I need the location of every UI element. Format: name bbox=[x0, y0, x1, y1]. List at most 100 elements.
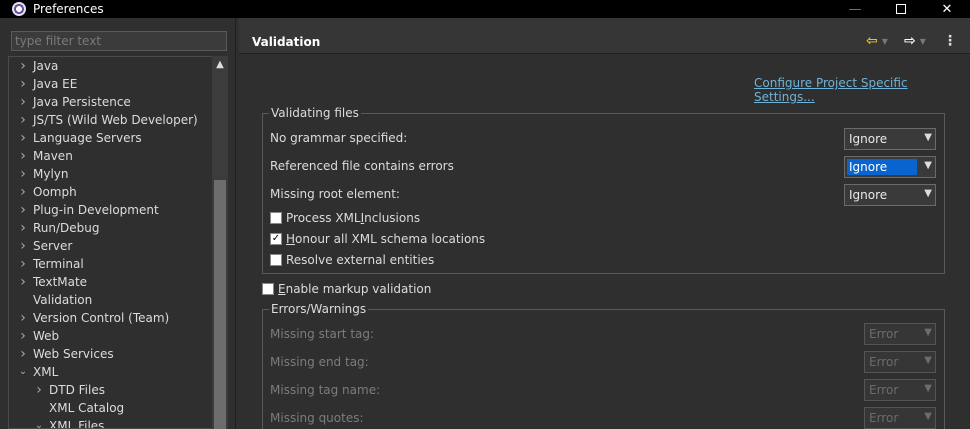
combo-value: Error bbox=[869, 355, 899, 369]
chevron-down-icon: ▼ bbox=[924, 383, 932, 394]
tree-item-label: DTD Files bbox=[49, 383, 105, 397]
back-button[interactable]: ⇦ ▼ bbox=[866, 33, 888, 49]
scroll-up-icon[interactable]: ▲ bbox=[212, 56, 228, 72]
forward-history-dropdown-icon[interactable]: ▼ bbox=[920, 37, 926, 46]
tree-item[interactable]: › Maven bbox=[9, 147, 212, 165]
tree-item-label: Maven bbox=[33, 149, 73, 163]
tree-item-label: Web Services bbox=[33, 347, 114, 361]
tree-item-label: Java bbox=[33, 59, 59, 73]
missing-quotes-combo[interactable]: Error ▼ bbox=[864, 407, 936, 429]
missing-end-tag-combo[interactable]: Error ▼ bbox=[864, 351, 936, 373]
chevron-right-icon[interactable]: › bbox=[17, 219, 29, 237]
chevron-right-icon[interactable]: › bbox=[33, 381, 45, 399]
tree-item[interactable]: › TextMate bbox=[9, 273, 212, 291]
view-menu-icon[interactable]: ⋮ bbox=[943, 33, 957, 49]
resolve-external-entities-checkbox[interactable]: Resolve external entities bbox=[270, 253, 434, 267]
tree-item[interactable]: › Web Services bbox=[9, 345, 212, 363]
checkbox-box[interactable] bbox=[262, 283, 274, 295]
preference-page: Validation ⇦ ▼ ⇨ ▼ ⋮ Configure Project S… bbox=[239, 18, 970, 429]
maximize-button[interactable] bbox=[878, 0, 924, 18]
referenced-errors-combo[interactable]: Ignore ▼ bbox=[844, 156, 936, 178]
tree-item[interactable]: › Language Servers bbox=[9, 129, 212, 147]
forward-button[interactable]: ⇨ ▼ bbox=[904, 33, 926, 49]
chevron-right-icon[interactable]: › bbox=[17, 165, 29, 183]
tree-item[interactable]: ›XML Catalog bbox=[9, 399, 212, 417]
chevron-right-icon[interactable]: › bbox=[17, 111, 29, 129]
missing-start-tag-label: Missing start tag: bbox=[270, 327, 375, 341]
chevron-right-icon[interactable]: › bbox=[17, 309, 29, 327]
process-xml-inclusions-checkbox[interactable]: Process XML Inclusions bbox=[270, 211, 420, 225]
tree-item-label: Server bbox=[33, 239, 73, 253]
tree-item[interactable]: › Plug-in Development bbox=[9, 201, 212, 219]
chevron-right-icon[interactable]: › bbox=[17, 327, 29, 345]
tree-item[interactable]: › Web bbox=[9, 327, 212, 345]
window-title: Preferences bbox=[33, 2, 104, 16]
chevron-right-icon[interactable]: › bbox=[17, 273, 29, 291]
tree-item-label: Validation bbox=[33, 293, 93, 307]
title-bar: Preferences — ✕ bbox=[0, 0, 970, 18]
no-grammar-combo[interactable]: Ignore ▼ bbox=[844, 128, 936, 150]
checkbox-box[interactable] bbox=[270, 212, 282, 224]
missing-tag-name-combo[interactable]: Error ▼ bbox=[864, 379, 936, 401]
tree-item[interactable]: › Server bbox=[9, 237, 212, 255]
chevron-down-icon[interactable]: ⌄ bbox=[17, 363, 29, 381]
combo-value: Error bbox=[869, 411, 899, 425]
tree-item[interactable]: › Run/Debug bbox=[9, 219, 212, 237]
tree-item[interactable]: › Terminal bbox=[9, 255, 212, 273]
close-button[interactable]: ✕ bbox=[924, 0, 970, 18]
tree-scrollbar[interactable]: ▲ bbox=[212, 56, 228, 429]
missing-start-tag-combo[interactable]: Error ▼ bbox=[864, 323, 936, 345]
chevron-right-icon[interactable]: › bbox=[17, 75, 29, 93]
filter-input[interactable] bbox=[11, 31, 227, 51]
chevron-right-icon[interactable]: › bbox=[17, 201, 29, 219]
tree-item-label: Mylyn bbox=[33, 167, 69, 181]
tree-item-label: Run/Debug bbox=[33, 221, 100, 235]
tree-item[interactable]: › Java EE bbox=[9, 75, 212, 93]
back-history-dropdown-icon[interactable]: ▼ bbox=[882, 37, 888, 46]
chevron-right-icon[interactable]: › bbox=[17, 237, 29, 255]
chevron-right-icon[interactable]: › bbox=[17, 93, 29, 111]
chevron-right-icon[interactable]: › bbox=[17, 345, 29, 363]
tree-item[interactable]: › Java Persistence bbox=[9, 93, 212, 111]
chevron-right-icon[interactable]: › bbox=[17, 57, 29, 75]
tree-item[interactable]: › JS/TS (Wild Web Developer) bbox=[9, 111, 212, 129]
mnemonic: H bbox=[286, 232, 296, 246]
tree-item[interactable]: ⌄ XML Files bbox=[9, 417, 212, 428]
scroll-thumb[interactable] bbox=[214, 180, 226, 429]
tree-item[interactable]: ›Validation bbox=[9, 291, 212, 309]
enable-markup-validation-checkbox[interactable]: Enable markup validation bbox=[262, 282, 431, 296]
chevron-right-icon[interactable]: › bbox=[17, 183, 29, 201]
chevron-down-icon[interactable]: ⌄ bbox=[33, 417, 45, 428]
minimize-button[interactable]: — bbox=[832, 0, 878, 18]
referenced-errors-label: Referenced file contains errors bbox=[270, 159, 454, 173]
tree-item[interactable]: › DTD Files bbox=[9, 381, 212, 399]
chevron-right-icon[interactable]: › bbox=[17, 129, 29, 147]
chevron-down-icon: ▼ bbox=[924, 188, 932, 199]
checkbox-label: Process XML bbox=[286, 211, 361, 225]
tree-item-label: Language Servers bbox=[33, 131, 142, 145]
tree-item-label: JS/TS (Wild Web Developer) bbox=[33, 113, 198, 127]
chevron-right-icon[interactable]: › bbox=[17, 255, 29, 273]
checkbox-box[interactable]: ✓ bbox=[270, 233, 282, 245]
tree-item-label: Web bbox=[33, 329, 60, 343]
tree-item[interactable]: › Version Control (Team) bbox=[9, 309, 212, 327]
tree-item-label: Java Persistence bbox=[33, 95, 131, 109]
no-grammar-label: No grammar specified: bbox=[270, 131, 408, 145]
eclipse-icon bbox=[12, 2, 26, 16]
honour-schema-locations-checkbox[interactable]: ✓ Honour all XML schema locations bbox=[270, 232, 485, 246]
missing-root-label: Missing root element: bbox=[270, 187, 400, 201]
tree-item[interactable]: › Oomph bbox=[9, 183, 212, 201]
configure-project-settings-link[interactable]: Configure Project Specific Settings... bbox=[754, 76, 970, 104]
checkbox-box[interactable] bbox=[270, 254, 282, 266]
validating-files-legend: Validating files bbox=[269, 106, 361, 120]
tree-item[interactable]: ⌄ XML bbox=[9, 363, 212, 381]
chevron-right-icon[interactable]: › bbox=[17, 147, 29, 165]
tree-item-label: TextMate bbox=[33, 275, 88, 289]
preferences-navigation: › Java › Java EE › Java Persistence › JS/TS (Wi… bbox=[0, 18, 236, 429]
window-controls: — ✕ bbox=[832, 0, 970, 18]
preferences-tree: › Java › Java EE › Java Persistence › JS/TS (Wi… bbox=[8, 56, 212, 429]
chevron-down-icon: ▼ bbox=[924, 411, 932, 422]
tree-item[interactable]: › Mylyn bbox=[9, 165, 212, 183]
missing-root-combo[interactable]: Ignore ▼ bbox=[844, 184, 936, 206]
tree-item[interactable]: › Java bbox=[9, 57, 212, 75]
